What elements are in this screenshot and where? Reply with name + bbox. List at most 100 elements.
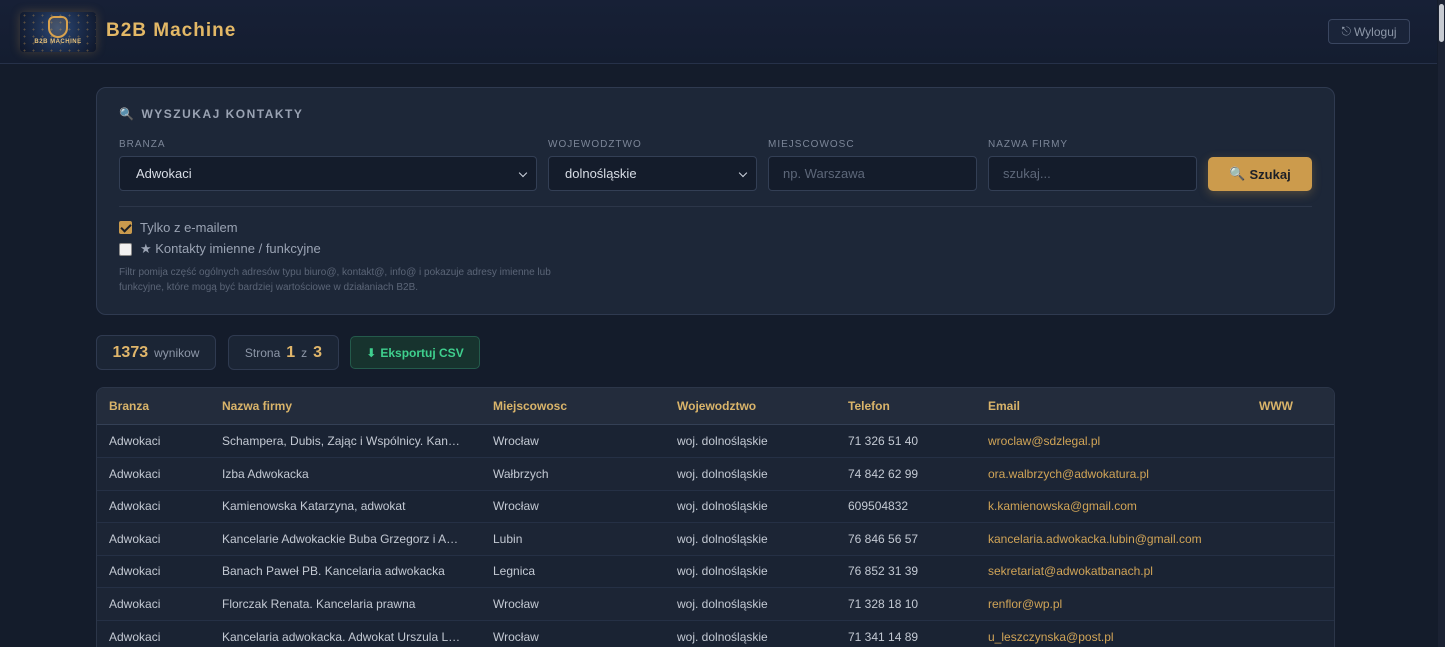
miejscowosc-input[interactable]: np. Warszawa [768, 156, 977, 191]
panel-title: 🔍 WYSZUKAJ KONTAKTY [119, 107, 303, 121]
table-row[interactable]: Adwokaci Izba Adwokacka Wałbrzych woj. doln… [97, 457, 1334, 491]
cell-nazwa: Izba Adwokacka [222, 466, 309, 481]
page-of: z [301, 345, 308, 360]
col-email[interactable]: Email [988, 399, 1020, 413]
only-email-option[interactable]: Tylko z e-mailem [119, 220, 238, 235]
cell-nazwa: Kancelarie Adwokackie Buba Grzegorz i An… [222, 531, 464, 546]
col-branza[interactable]: Branza [109, 399, 149, 413]
branza-label: BRANZA [119, 139, 166, 150]
page-current: 1 [286, 343, 296, 361]
cell-woj: woj. dolnośląskie [677, 629, 768, 644]
cell-email[interactable]: renflor@wp.pl [988, 597, 1253, 611]
wojewodztwo-label: WOJEWODZTWO [548, 139, 642, 150]
download-icon: ⬇ [366, 345, 377, 360]
table-row[interactable]: Adwokaci Kamienowska Katarzyna, adwokat Wr… [97, 490, 1334, 524]
named-contacts-option[interactable]: ★ Kontakty imienne / funkcyjne [119, 241, 321, 257]
filter-note: Filtr pomija część ogólnych adresów typu… [119, 267, 551, 293]
table-row[interactable]: Adwokaci Kancelaria adwokacka. Adwokat Ur… [97, 621, 1334, 647]
cell-telefon: 71 326 51 40 [848, 434, 919, 448]
page-total: 3 [313, 343, 323, 361]
logo-text: B2B MACHINE [34, 39, 82, 45]
cell-miejscowosc: Lubin [493, 531, 523, 546]
cell-branza: Adwokaci [109, 499, 161, 514]
cell-email[interactable]: sekretariat@adwokatbanach.pl [988, 564, 1253, 578]
page-label: Strona [244, 345, 281, 360]
cell-email[interactable]: wroclaw@sdzlegal.pl [988, 434, 1253, 448]
cell-woj: woj. dolnośląskie [677, 499, 768, 514]
cell-nazwa: Schampera, Dubis, Zając i Wspólnicy. Kan… [222, 434, 464, 448]
cell-miejscowosc: Wrocław [493, 499, 539, 514]
app-header: B2B MACHINE B2B Machine ⎋ Wyloguj [0, 0, 1437, 64]
cell-miejscowosc: Wrocław [493, 629, 539, 644]
search-panel: 🔍 WYSZUKAJ KONTAKTY BRANZA Adwokaci WOJE… [96, 87, 1335, 315]
named-contacts-label: ★ Kontakty imienne / funkcyjne [140, 241, 321, 256]
pagination-badge: Strona 1 z 3 [228, 335, 339, 370]
panel-divider [119, 206, 1312, 207]
cell-telefon: 609504832 [848, 499, 909, 514]
only-email-label: Tylko z e-mailem [140, 220, 238, 235]
cell-woj: woj. dolnośląskie [677, 434, 768, 448]
nazwa-label: NAZWA FIRMY [988, 139, 1069, 150]
cell-email[interactable]: u_leszczynska@post.pl [988, 630, 1253, 644]
branza-value: Adwokaci [136, 166, 192, 181]
col-miejscowosc[interactable]: Miejscowosc [493, 399, 567, 413]
cell-telefon: 74 842 62 99 [848, 466, 919, 481]
shield-icon [48, 16, 68, 38]
cell-email[interactable]: ora.walbrzych@adwokatura.pl [988, 467, 1253, 481]
cell-nazwa: Kamienowska Katarzyna, adwokat [222, 499, 406, 514]
wojewodztwo-select[interactable]: dolnośląskie [548, 156, 757, 191]
cell-branza: Adwokaci [109, 434, 161, 448]
cell-telefon: 71 341 14 89 [848, 629, 919, 644]
col-telefon[interactable]: Telefon [848, 399, 890, 413]
cell-woj: woj. dolnośląskie [677, 564, 768, 579]
cell-branza: Adwokaci [109, 531, 161, 546]
cell-telefon: 76 846 56 57 [848, 531, 919, 546]
search-button[interactable]: 🔍 Szukaj [1208, 157, 1312, 191]
search-icon: 🔍 [119, 107, 136, 121]
results-count-badge: 1373 wynikow [96, 335, 216, 370]
wojewodztwo-value: dolnośląskie [565, 166, 637, 181]
results-table: Branza Nazwa firmy Miejscowosc Wojewodzt… [96, 387, 1335, 647]
results-label: wynikow [154, 345, 200, 360]
cell-miejscowosc: Wrocław [493, 597, 539, 611]
cell-branza: Adwokaci [109, 564, 161, 579]
col-www[interactable]: WWW [1259, 399, 1293, 413]
cell-miejscowosc: Wałbrzych [493, 466, 549, 481]
table-row[interactable]: Adwokaci Banach Paweł PB. Kancelaria adwo… [97, 555, 1334, 589]
table-row[interactable]: Adwokaci Schampera, Dubis, Zając i Wspóln… [97, 425, 1334, 458]
miejscowosc-placeholder: np. Warszawa [783, 166, 865, 181]
nazwa-input[interactable]: szukaj... [988, 156, 1197, 191]
cell-telefon: 76 852 31 39 [848, 564, 919, 579]
cell-woj: woj. dolnośląskie [677, 531, 768, 546]
cell-nazwa: Florczak Renata. Kancelaria prawna [222, 597, 416, 611]
nazwa-placeholder: szukaj... [1003, 166, 1051, 181]
table-row[interactable]: Adwokaci Kancelarie Adwokackie Buba Grzeg… [97, 522, 1334, 556]
page-scrollbar[interactable] [1438, 0, 1445, 647]
results-count: 1373 [112, 343, 149, 361]
named-contacts-checkbox[interactable] [119, 242, 132, 256]
cell-branza: Adwokaci [109, 629, 161, 644]
logout-button[interactable]: ⎋ Wyloguj [1328, 19, 1410, 44]
col-wojewodztwo[interactable]: Wojewodztwo [677, 399, 756, 413]
cell-nazwa: Banach Paweł PB. Kancelaria adwokacka [222, 564, 445, 579]
brand-logo[interactable]: B2B MACHINE [20, 12, 96, 52]
export-csv-button[interactable]: ⬇ Eksportuj CSV [350, 336, 480, 369]
cell-miejscowosc: Legnica [493, 564, 536, 579]
miejscowosc-label: MIEJSCOWOSC [768, 139, 855, 150]
cell-email[interactable]: kancelaria.adwokacka.lubin@gmail.com [988, 532, 1253, 546]
only-email-checkbox[interactable] [119, 221, 132, 234]
table-row[interactable]: Adwokaci Florczak Renata. Kancelaria praw… [97, 588, 1334, 621]
logout-icon: ⎋ [1341, 24, 1351, 38]
branza-select[interactable]: Adwokaci [119, 156, 537, 191]
export-csv-label: Eksportuj CSV [380, 345, 464, 360]
cell-woj: woj. dolnośląskie [677, 597, 768, 611]
cell-email[interactable]: k.kamienowska@gmail.com [988, 499, 1253, 513]
search-icon: 🔍 [1229, 166, 1246, 181]
table-header: Branza Nazwa firmy Miejscowosc Wojewodzt… [97, 388, 1334, 425]
col-nazwa[interactable]: Nazwa firmy [222, 399, 292, 413]
cell-telefon: 71 328 18 10 [848, 597, 919, 611]
logout-label: Wyloguj [1353, 24, 1397, 39]
cell-miejscowosc: Wrocław [493, 434, 539, 448]
cell-woj: woj. dolnośląskie [677, 466, 768, 481]
cell-nazwa: Kancelaria adwokacka. Adwokat Urszula Le… [222, 629, 464, 644]
